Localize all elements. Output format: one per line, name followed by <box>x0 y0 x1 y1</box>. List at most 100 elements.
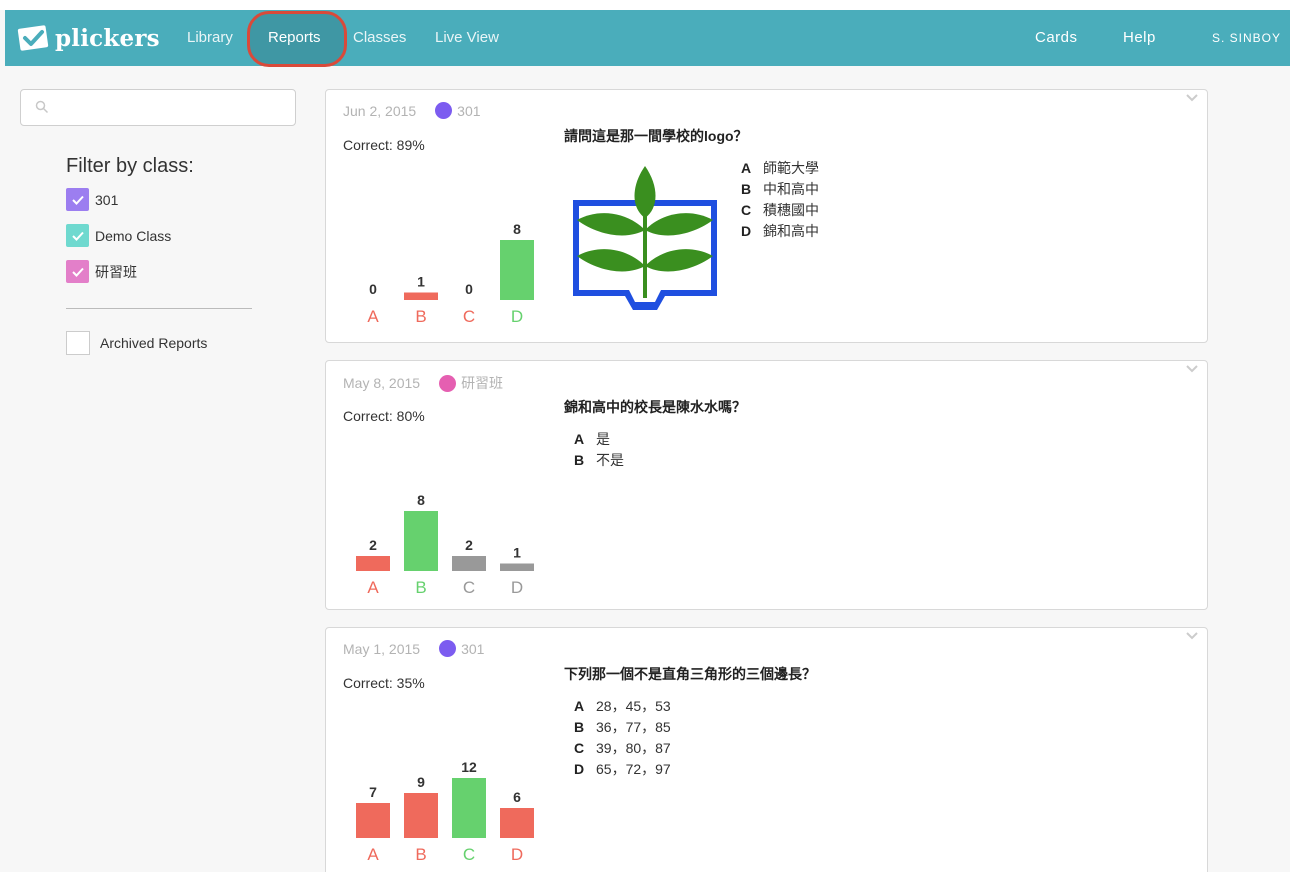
answer-option: B 36，77，85 <box>574 718 671 735</box>
chart-category-label: A <box>367 845 379 864</box>
chart-value-label: 2 <box>465 537 473 553</box>
filter-class-label: Demo Class <box>95 227 172 244</box>
chart-bar-c <box>452 778 486 838</box>
report-date: Jun 2, 2015 <box>343 102 417 119</box>
chart-category-label: A <box>367 578 379 597</box>
answer-option: D 錦和高中 <box>741 222 819 239</box>
response-bar-chart: 2 A 8 B 2 C 1 D <box>356 492 534 597</box>
filter-class-301[interactable]: 301 <box>66 188 118 211</box>
answer-list: A是 B 不是 <box>574 428 624 470</box>
chart-bar-a <box>356 803 390 838</box>
chart-category-label: B <box>415 307 426 326</box>
response-bar-chart: 7 A 9 B 12 C 6 D <box>356 759 534 864</box>
chart-value-label: 0 <box>465 281 473 297</box>
nav-help[interactable]: Help <box>1123 29 1156 46</box>
chart-value-label: 2 <box>369 537 377 553</box>
chart-bar-d <box>500 563 534 571</box>
filter-title: Filter by class: <box>66 155 194 177</box>
chart-value-label: 8 <box>417 492 425 508</box>
question-text: 錦和高中的校長是陳水水嗎？ <box>564 399 746 415</box>
filter-class-study[interactable]: 研習班 <box>66 260 137 283</box>
chart-value-label: 1 <box>513 545 521 561</box>
answer-list: A 師範大學 B 中和高中 C 積穗國中 D 錦和高中 <box>741 157 819 241</box>
class-color-dot <box>439 374 457 392</box>
check-icon <box>71 231 84 241</box>
answer-option: B 中和高中 <box>741 180 819 197</box>
answer-option: A是 <box>574 430 610 447</box>
question-text: 請問這是那一間學校的logo？ <box>564 128 748 144</box>
chart-category-label: D <box>511 578 523 597</box>
nav-classes[interactable]: Classes <box>353 29 406 46</box>
chart-bar-a <box>356 556 390 571</box>
answer-option: C 39，80，87 <box>574 739 671 756</box>
nav-reports[interactable]: Reports <box>268 29 321 46</box>
answer-option: A 師範大學 <box>741 159 819 176</box>
report-card[interactable]: May 8, 2015 研習班 Correct: 80% 2A8B2C1D 錦和… <box>325 360 1208 610</box>
report-class: 301 <box>461 640 485 657</box>
top-navigation-bar: plickers Library Reports Classes Live Vi… <box>5 10 1290 67</box>
chart-category-label: D <box>511 845 523 864</box>
report-class: 研習班 <box>461 375 504 391</box>
archived-reports-toggle[interactable]: Archived Reports <box>66 331 207 355</box>
chart-value-label: 12 <box>461 759 477 775</box>
brand-name: plickers <box>55 24 160 52</box>
report-meta: Jun 2, 2015 301 <box>343 102 481 119</box>
window-top-strip <box>0 0 1290 10</box>
report-class: 301 <box>457 102 481 119</box>
brand-logo[interactable]: plickers <box>15 22 160 54</box>
response-bar-chart: 0 A 1 B 0 C 8 D <box>367 221 534 326</box>
class-color-dot <box>439 640 457 657</box>
chevron-down-icon[interactable] <box>1185 92 1199 104</box>
chart-category-label: C <box>463 845 475 864</box>
chart-bar-b <box>404 292 438 300</box>
chevron-down-icon[interactable] <box>1185 630 1199 642</box>
sidebar-divider <box>66 308 252 309</box>
chart-value-label: 1 <box>417 274 425 290</box>
check-icon <box>71 195 84 205</box>
archived-reports-label: Archived Reports <box>100 335 208 351</box>
chart-bar-d <box>500 808 534 838</box>
filter-class-label: 研習班 <box>95 263 137 280</box>
answer-option: C 積穗國中 <box>741 201 819 218</box>
chart-value-label: 9 <box>417 774 425 790</box>
report-date: May 8, 2015 <box>343 375 421 391</box>
user-menu[interactable]: S. SINBOY <box>1212 31 1281 45</box>
school-logo-image <box>573 166 717 310</box>
nav-library[interactable]: Library <box>187 29 233 46</box>
answer-list: A 28，45，53 B 36，77，85 C 39，80，87 D 65，72，97 <box>574 695 671 779</box>
check-icon <box>71 267 84 277</box>
chart-bar-b <box>404 793 438 838</box>
checkbox-checked[interactable] <box>66 224 89 247</box>
report-meta: May 8, 2015 研習班 <box>343 373 503 393</box>
filter-class-demo[interactable]: Demo Class <box>66 224 171 247</box>
class-color-dot <box>435 102 453 119</box>
nav-cards[interactable]: Cards <box>1035 29 1078 46</box>
report-card[interactable]: Jun 2, 2015 301 Correct: 89% 0A1B0C8D 請問… <box>325 89 1208 343</box>
question-text: 下列那一個不是直角三角形的三個邊長？ <box>564 666 816 682</box>
chevron-down-icon[interactable] <box>1185 363 1199 375</box>
answer-option: D 65，72，97 <box>574 760 671 777</box>
nav-live-view[interactable]: Live View <box>435 29 499 46</box>
checkbox-unchecked[interactable] <box>66 331 90 355</box>
chart-category-label: B <box>415 578 426 597</box>
report-card[interactable]: May 1, 2015 301 Correct: 35% 7 A 9 B 12 C 6 D 下… <box>325 627 1208 872</box>
answer-option: A 28，45，53 <box>574 697 671 714</box>
chart-bar-c <box>452 556 486 571</box>
chart-category-label: A <box>367 307 379 326</box>
plickers-card-icon <box>17 25 49 51</box>
checkbox-checked[interactable] <box>66 260 89 283</box>
report-meta: May 1, 2015 301 <box>343 640 484 657</box>
chart-value-label: 7 <box>369 784 377 800</box>
chart-category-label: C <box>463 578 475 597</box>
chart-category-label: B <box>415 845 426 864</box>
checkbox-checked[interactable] <box>66 188 89 211</box>
chart-value-label: 8 <box>513 221 521 237</box>
chart-category-label: D <box>511 307 523 326</box>
report-date: May 1, 2015 <box>343 640 421 657</box>
chart-value-label: 0 <box>369 281 377 297</box>
filter-class-label: 301 <box>95 191 119 208</box>
chart-value-label: 6 <box>513 789 521 805</box>
search-input[interactable] <box>20 89 296 126</box>
answer-option: B 不是 <box>574 451 624 468</box>
chart-category-label: C <box>463 307 475 326</box>
